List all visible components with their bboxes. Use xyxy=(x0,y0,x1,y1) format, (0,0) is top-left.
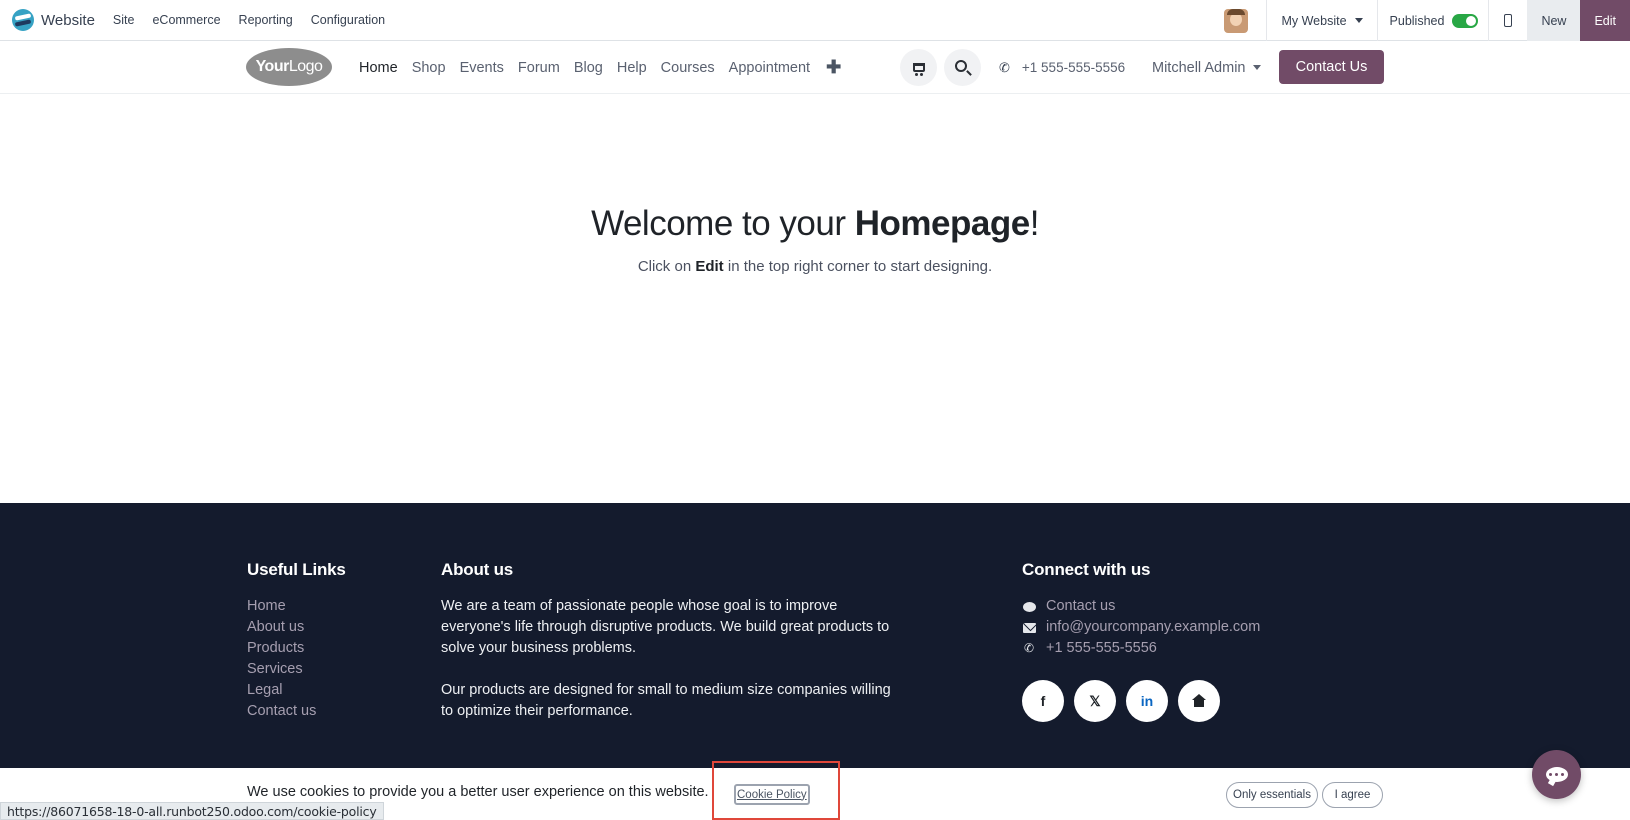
useful-links-column: Useful Links Home About us Products Serv… xyxy=(247,560,346,722)
search-button[interactable] xyxy=(944,49,981,86)
nav-home[interactable]: Home xyxy=(359,60,398,76)
nav-events[interactable]: Events xyxy=(460,60,504,76)
add-page-icon[interactable]: ✚ xyxy=(826,57,841,78)
only-essentials-button[interactable]: Only essentials xyxy=(1226,782,1318,808)
footer-link-contact[interactable]: Contact us xyxy=(247,701,346,722)
nav-blog[interactable]: Blog xyxy=(574,60,603,76)
chevron-down-icon xyxy=(1354,18,1363,23)
hero-title-post: ! xyxy=(1029,204,1040,243)
hero-title-pre: Welcome to your xyxy=(591,204,855,243)
facebook-icon[interactable]: f xyxy=(1022,680,1064,722)
connect-title: Connect with us xyxy=(1022,560,1151,579)
search-icon xyxy=(955,60,967,72)
backend-navbar: Website Site eCommerce Reporting Configu… xyxy=(0,0,1630,41)
connect-phone-label: +1 555-555-5556 xyxy=(1046,640,1157,656)
published-toggle[interactable]: Published xyxy=(1378,13,1489,28)
backend-menu: Site eCommerce Reporting Configuration xyxy=(113,13,403,27)
header-phone[interactable]: ✆ +1 555-555-5556 xyxy=(999,41,1125,94)
app-name: Website xyxy=(41,11,95,29)
social-links: f 𝕏 in xyxy=(1022,680,1260,722)
site-footer: Useful Links Home About us Products Serv… xyxy=(0,503,1630,768)
status-bar-url: https://86071658-18-0-all.runbot250.odoo… xyxy=(0,802,384,820)
published-label: Published xyxy=(1389,13,1445,28)
hero-title-bold: Homepage xyxy=(854,204,1030,243)
contact-us-button[interactable]: Contact Us xyxy=(1279,50,1384,84)
about-us-column: About us We are a team of passionate peo… xyxy=(441,560,901,722)
about-paragraph-2: Our products are designed for small to m… xyxy=(441,682,891,719)
nav-shop[interactable]: Shop xyxy=(412,60,446,76)
live-chat-button[interactable] xyxy=(1532,750,1581,799)
user-avatar[interactable] xyxy=(1224,8,1249,33)
footer-link-about[interactable]: About us xyxy=(247,617,346,638)
hero-sub-post: in the top right corner to start designi… xyxy=(723,258,993,275)
edit-button[interactable]: Edit xyxy=(1580,0,1630,41)
menu-site[interactable]: Site xyxy=(113,13,135,27)
x-twitter-icon[interactable]: 𝕏 xyxy=(1074,680,1116,722)
phone-icon: ✆ xyxy=(999,59,1010,75)
website-app-icon xyxy=(12,9,34,31)
footer-link-services[interactable]: Services xyxy=(247,659,346,680)
nav-courses[interactable]: Courses xyxy=(661,60,715,76)
hero-title: Welcome to your Homepage! xyxy=(0,204,1630,244)
comment-icon xyxy=(1022,601,1036,612)
nav-appointment[interactable]: Appointment xyxy=(729,60,810,76)
header-phone-number: +1 555-555-5556 xyxy=(1021,60,1126,75)
nav-forum[interactable]: Forum xyxy=(518,60,560,76)
logo-text: Logo xyxy=(288,58,323,75)
website-selector[interactable]: My Website xyxy=(1267,14,1376,28)
user-menu[interactable]: Mitchell Admin xyxy=(1152,41,1262,94)
chat-icon xyxy=(1545,767,1568,782)
menu-configuration[interactable]: Configuration xyxy=(311,13,385,27)
useful-links-title: Useful Links xyxy=(247,560,346,579)
linkedin-icon[interactable]: in xyxy=(1126,680,1168,722)
main-nav: Home Shop Events Forum Blog Help Courses… xyxy=(359,41,855,94)
menu-ecommerce[interactable]: eCommerce xyxy=(152,13,220,27)
toggle-switch-icon[interactable] xyxy=(1452,13,1479,28)
connect-contact-link[interactable]: Contact us xyxy=(1022,596,1260,617)
connect-email-label: info@yourcompany.example.com xyxy=(1046,619,1261,635)
site-logo[interactable]: Your Logo xyxy=(246,48,332,86)
user-name: Mitchell Admin xyxy=(1152,59,1246,76)
backend-actions: My Website Published New Edit xyxy=(1224,0,1630,41)
about-paragraph-1: We are a team of passionate people whose… xyxy=(441,598,890,656)
cart-icon xyxy=(912,63,925,76)
nav-help[interactable]: Help xyxy=(617,60,647,76)
cookie-message: We use cookies to provide you a better u… xyxy=(247,784,709,800)
footer-link-products[interactable]: Products xyxy=(247,638,346,659)
hero-sub-pre: Click on xyxy=(637,258,696,275)
hero-subtitle: Click on Edit in the top right corner to… xyxy=(0,258,1630,275)
i-agree-button[interactable]: I agree xyxy=(1322,782,1383,808)
connect-contact-label: Contact us xyxy=(1046,598,1116,614)
connect-email-link[interactable]: info@yourcompany.example.com xyxy=(1022,617,1260,638)
phone-icon: ✆ xyxy=(1023,641,1035,655)
highlight-box xyxy=(712,761,840,820)
menu-reporting[interactable]: Reporting xyxy=(239,13,293,27)
app-brand[interactable]: Website xyxy=(12,0,95,41)
website-selector-label: My Website xyxy=(1281,13,1347,28)
new-button[interactable]: New xyxy=(1527,0,1581,41)
footer-link-home[interactable]: Home xyxy=(247,596,346,617)
connect-column: Connect with us Contact us info@yourcomp… xyxy=(1022,560,1260,722)
envelope-icon xyxy=(1022,622,1036,633)
website-header: Your Logo Home Shop Events Forum Blog Hel… xyxy=(0,41,1630,94)
connect-phone-link[interactable]: ✆ +1 555-555-5556 xyxy=(1022,638,1260,659)
logo-text-bold: Your xyxy=(255,58,290,75)
hero-sub-bold: Edit xyxy=(695,258,724,275)
cart-button[interactable] xyxy=(900,49,937,86)
about-title: About us xyxy=(441,560,514,579)
mobile-preview-button[interactable] xyxy=(1489,0,1527,41)
chevron-down-icon xyxy=(1253,65,1262,70)
footer-link-legal[interactable]: Legal xyxy=(247,680,346,701)
home-icon[interactable] xyxy=(1178,680,1220,722)
mobile-icon xyxy=(1504,14,1513,27)
